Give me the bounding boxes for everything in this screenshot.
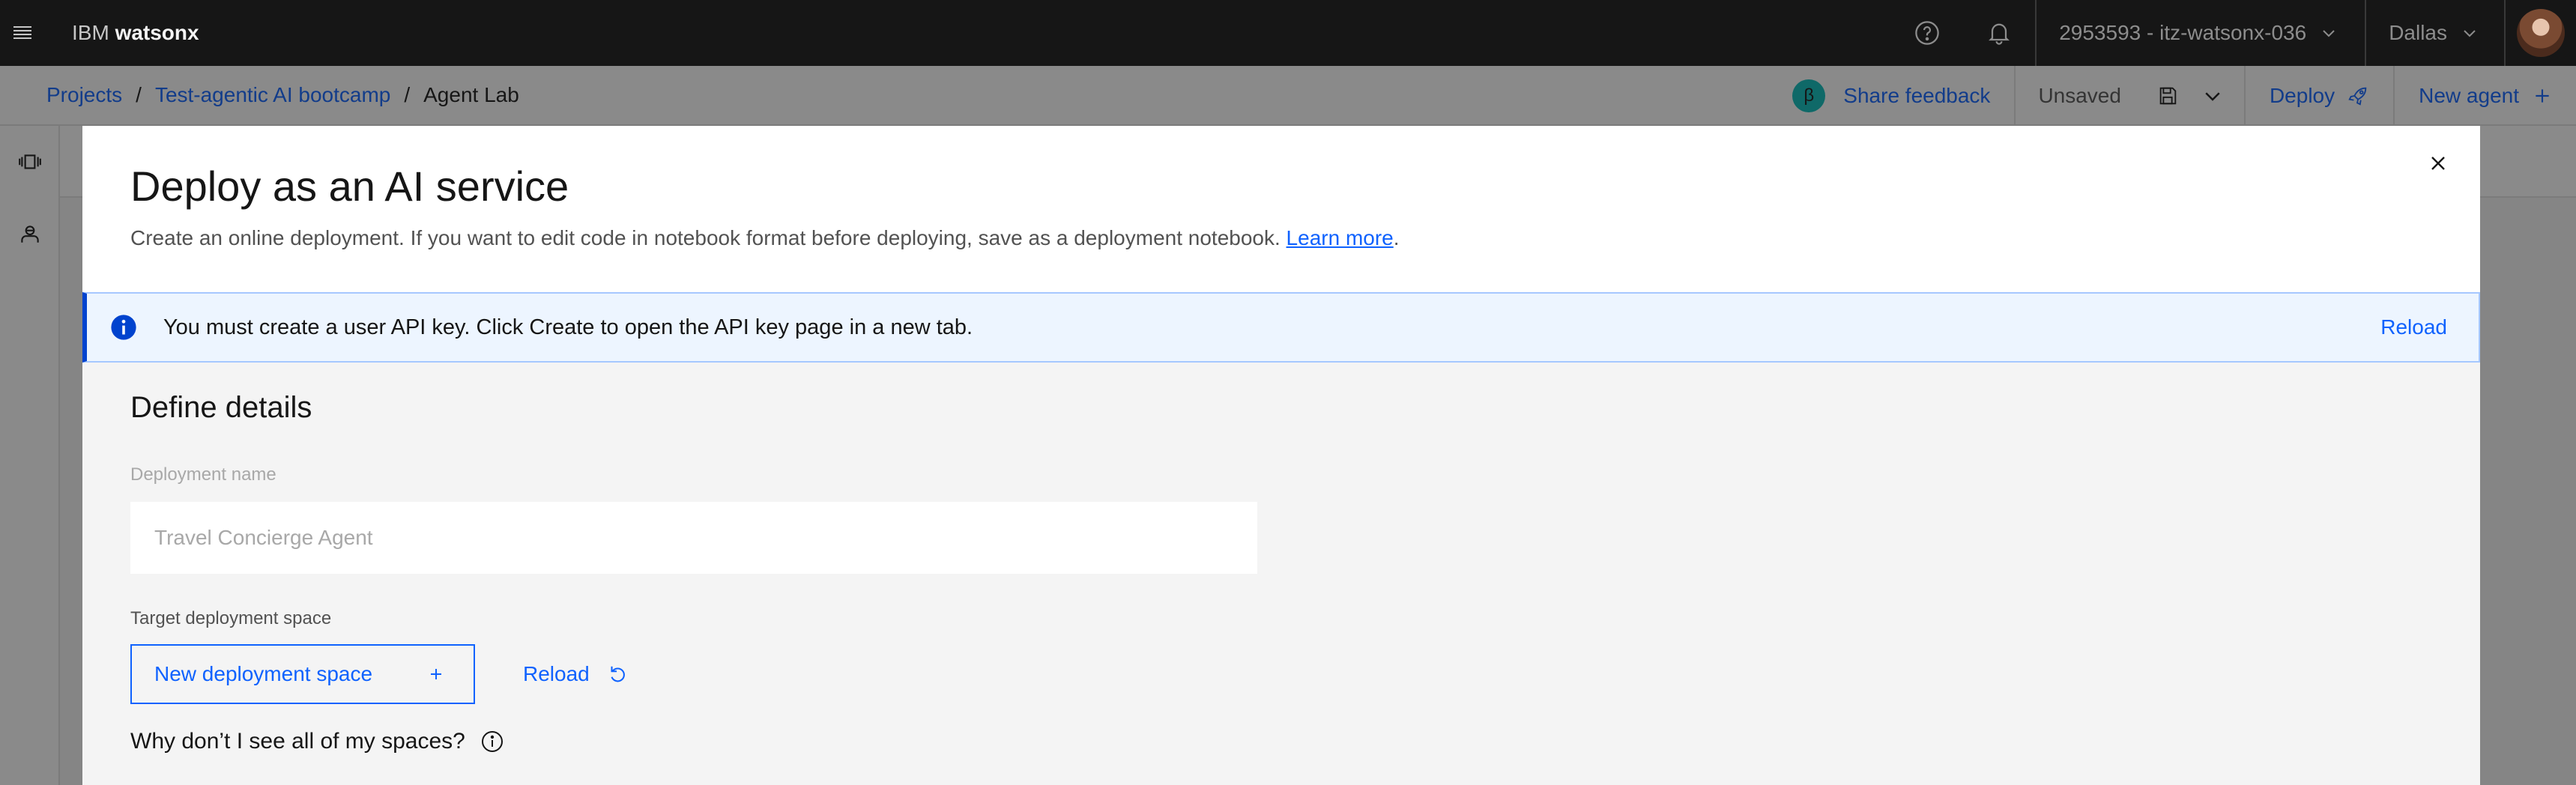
deployment-name-input[interactable]: [130, 502, 1257, 574]
description-period: .: [1393, 226, 1400, 249]
add-icon: [431, 669, 441, 679]
region-switcher[interactable]: Dallas: [2365, 0, 2504, 66]
new-deployment-space-label: New deployment space: [154, 662, 373, 685]
section-title: Define details: [130, 391, 312, 424]
reload-spaces-label: Reload: [523, 662, 590, 685]
menu-icon[interactable]: [0, 0, 45, 66]
new-deployment-space-button[interactable]: New deployment space: [130, 644, 475, 704]
close-icon: [2431, 157, 2445, 170]
why-spaces-help: Why don’t I see all of my spaces?: [130, 724, 504, 760]
brand-prefix: IBM: [72, 21, 109, 44]
why-spaces-text: Why don’t I see all of my spaces?: [130, 729, 465, 754]
notification-reload-link[interactable]: Reload: [2380, 315, 2447, 339]
api-key-notification: You must create a user API key. Click Cr…: [82, 292, 2480, 363]
region-label: Dallas: [2389, 21, 2447, 44]
account-label: 2953593 - itz-watsonx-036: [2059, 21, 2307, 44]
deploy-modal: Deploy as an AI service Create an online…: [82, 126, 2480, 785]
user-profile-button[interactable]: [2504, 0, 2576, 66]
close-button[interactable]: [2420, 145, 2456, 181]
info-icon: [111, 315, 136, 340]
top-header: IBM watsonx 2953593 - itz-watsonx-036 Da…: [0, 0, 2576, 66]
modal-header: Deploy as an AI service Create an online…: [82, 126, 2480, 292]
chevron-down-icon: [2464, 30, 2476, 37]
modal-description: Create an online deployment. If you want…: [130, 226, 1400, 250]
modal-description-text: Create an online deployment. If you want…: [130, 226, 1281, 249]
product-brand[interactable]: IBM watsonx: [72, 21, 199, 45]
reload-spaces-button[interactable]: Reload: [523, 644, 629, 704]
modal-title: Deploy as an AI service: [130, 163, 569, 210]
account-switcher[interactable]: 2953593 - itz-watsonx-036: [2035, 0, 2365, 66]
deployment-name-label: Deployment name: [130, 464, 276, 485]
learn-more-link[interactable]: Learn more: [1287, 226, 1394, 249]
help-icon[interactable]: [1891, 0, 1963, 66]
reload-icon: [611, 666, 625, 682]
target-space-label: Target deployment space: [130, 608, 332, 628]
notification-icon[interactable]: [1963, 0, 2035, 66]
notification-message: You must create a user API key. Click Cr…: [163, 315, 973, 339]
brand-product: watsonx: [115, 21, 199, 44]
avatar: [2517, 9, 2565, 57]
chevron-down-icon: [2323, 30, 2335, 37]
information-icon[interactable]: [480, 730, 504, 754]
